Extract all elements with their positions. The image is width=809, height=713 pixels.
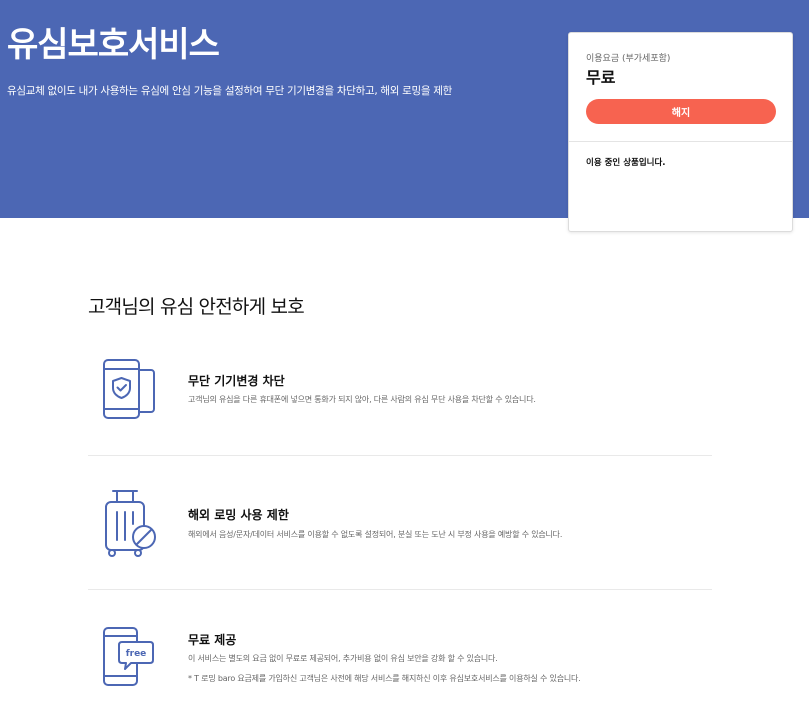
free-badge-text: free [126, 649, 147, 659]
price-card: 이용요금 (부가세포함) 무료 해지 이용 중인 상품입니다. [568, 32, 793, 232]
feature-note: * T 로밍 baro 요금제를 가입하신 고객님은 사전에 해당 서비스를 해… [188, 674, 581, 683]
feature-title: 무단 기기변경 차단 [188, 374, 285, 388]
feature-description: 해외에서 음성/문자/데이터 서비스를 이용할 수 없도록 설정되어, 분실 또… [188, 530, 563, 539]
phone-shield-icon [98, 356, 158, 424]
subscription-status: 이용 중인 상품입니다. [586, 158, 666, 168]
price-value: 무료 [586, 68, 616, 87]
cancel-subscription-button[interactable]: 해지 [586, 99, 776, 124]
page-title: 유심보호서비스 [7, 25, 220, 65]
feature-item: free 무료 제공 이 서비스는 별도의 요금 없이 무료로 제공되어, 추가… [88, 624, 712, 694]
feature-item: 해외 로밍 사용 제한 해외에서 음성/문자/데이터 서비스를 이용할 수 없도… [88, 488, 712, 568]
feature-divider [88, 589, 712, 590]
page-description: 유심교체 없이도 내가 사용하는 유심에 안심 기능을 설정하여 무단 기기변경… [7, 85, 453, 97]
feature-title: 무료 제공 [188, 633, 237, 647]
section-title: 고객님의 유심 안전하게 보호 [88, 296, 305, 318]
phone-free-icon: free [98, 624, 160, 692]
feature-item: 무단 기기변경 차단 고객님의 유심을 다른 휴대폰에 넣으면 통화가 되지 않… [88, 356, 712, 436]
feature-description: 고객님의 유심을 다른 휴대폰에 넣으면 통화가 되지 않아, 다른 사람의 유… [188, 395, 536, 404]
feature-divider [88, 455, 712, 456]
card-divider [569, 141, 792, 142]
feature-title: 해외 로밍 사용 제한 [188, 508, 289, 522]
price-label: 이용요금 (부가세포함) [586, 54, 671, 64]
feature-description: 이 서비스는 별도의 요금 없이 무료로 제공되어, 추가비용 없이 유심 보안… [188, 654, 498, 663]
luggage-block-icon [98, 488, 158, 562]
